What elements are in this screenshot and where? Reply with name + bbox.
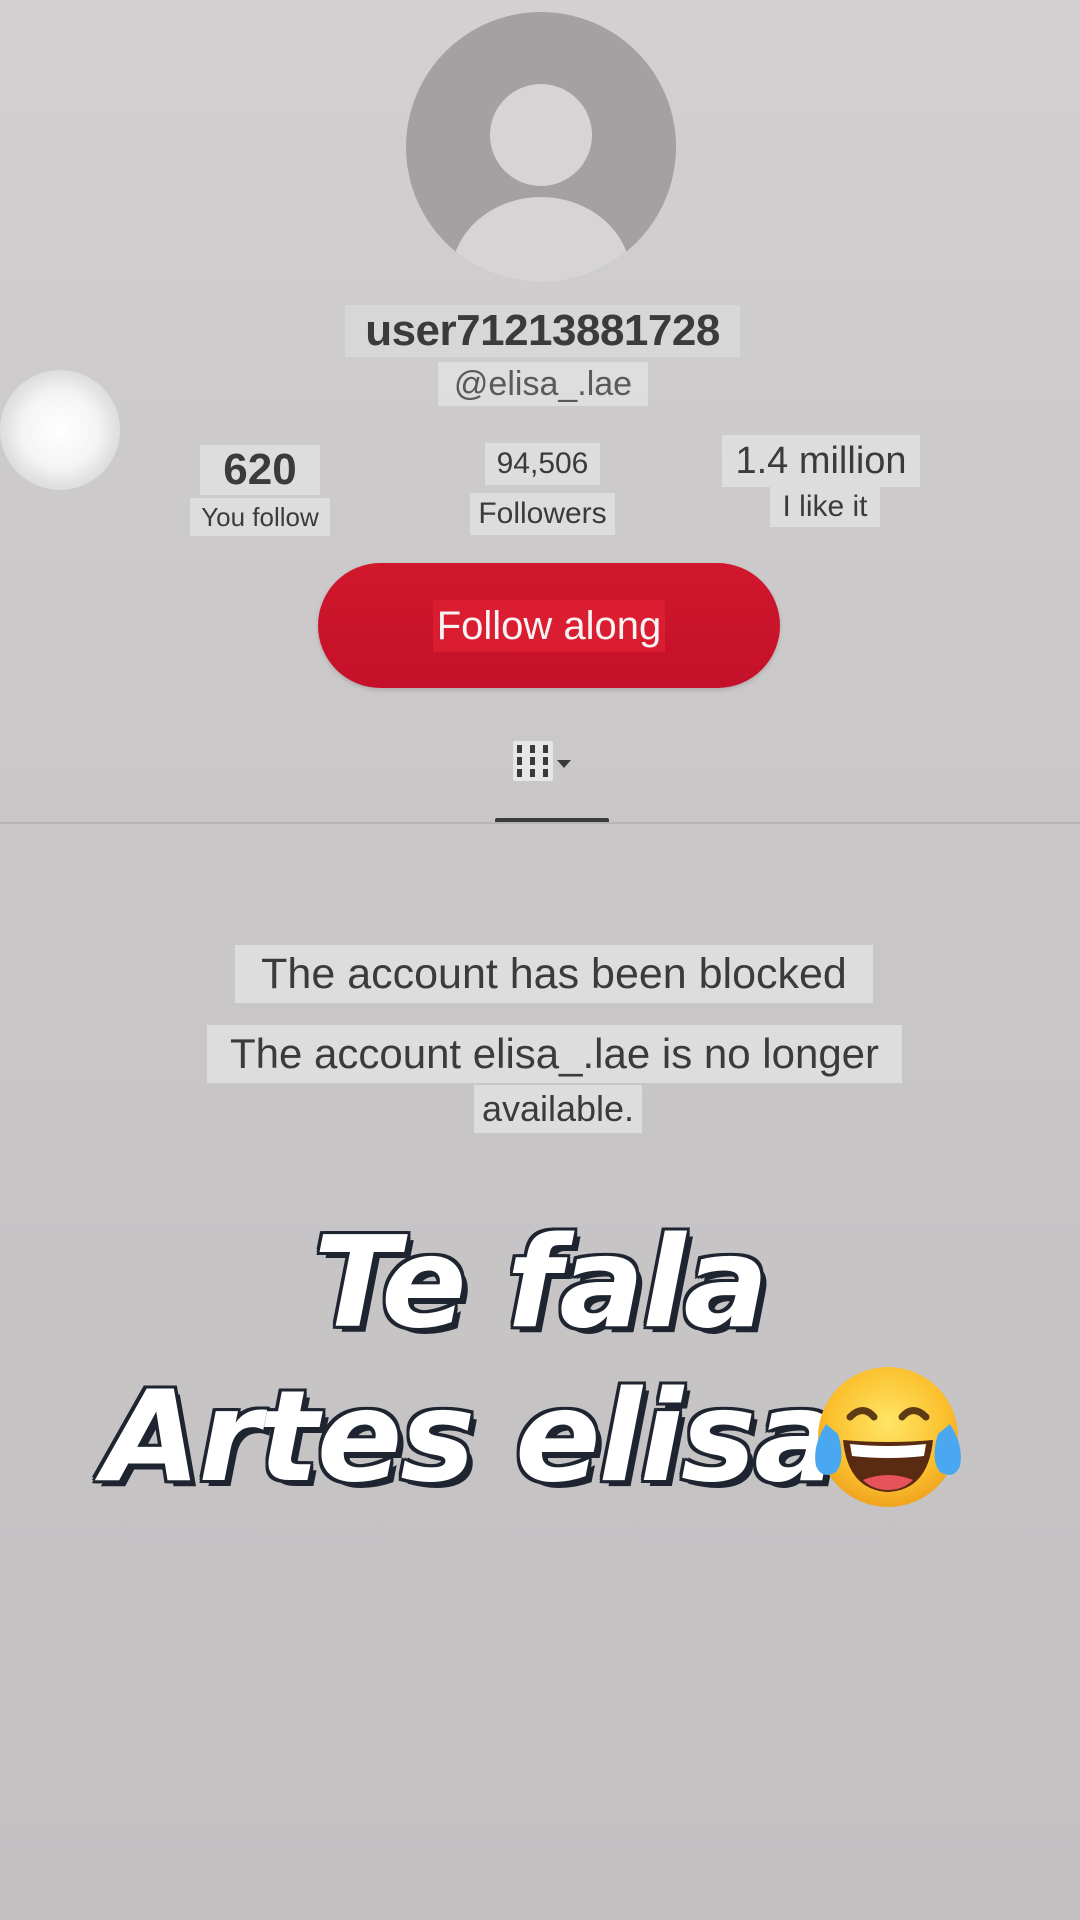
grid-icon	[513, 741, 571, 781]
caption-line-1: Te fala	[313, 1209, 768, 1356]
user-handle: @elisa_.lae	[438, 362, 648, 406]
tab-divider	[0, 822, 1080, 824]
avatar-shoulders-shape	[451, 197, 631, 282]
avatar-head-shape	[490, 84, 592, 186]
follow-button[interactable]: Follow along	[318, 563, 780, 688]
followers-label[interactable]: Followers	[470, 493, 615, 535]
avatar[interactable]	[406, 12, 676, 282]
chevron-down-icon	[557, 760, 571, 768]
blocked-notice-message: The account elisa_.lae is no longer	[207, 1025, 902, 1083]
followers-count[interactable]: 94,506	[485, 443, 600, 485]
blocked-notice-title: The account has been blocked	[235, 945, 873, 1003]
following-label[interactable]: You follow	[190, 498, 330, 536]
following-count[interactable]: 620	[200, 445, 320, 495]
blocked-notice-message-continued: available.	[474, 1085, 642, 1133]
light-glare	[0, 370, 120, 490]
likes-label: I like it	[770, 487, 880, 527]
follow-button-label: Follow along	[432, 599, 666, 652]
tears-of-joy-emoji-icon	[815, 1367, 961, 1507]
caption-line-2-text: Artes elisa	[102, 1363, 839, 1510]
username: user71213881728	[345, 305, 740, 357]
likes-count: 1.4 million	[722, 435, 920, 487]
tab-videos-grid[interactable]	[495, 735, 609, 797]
